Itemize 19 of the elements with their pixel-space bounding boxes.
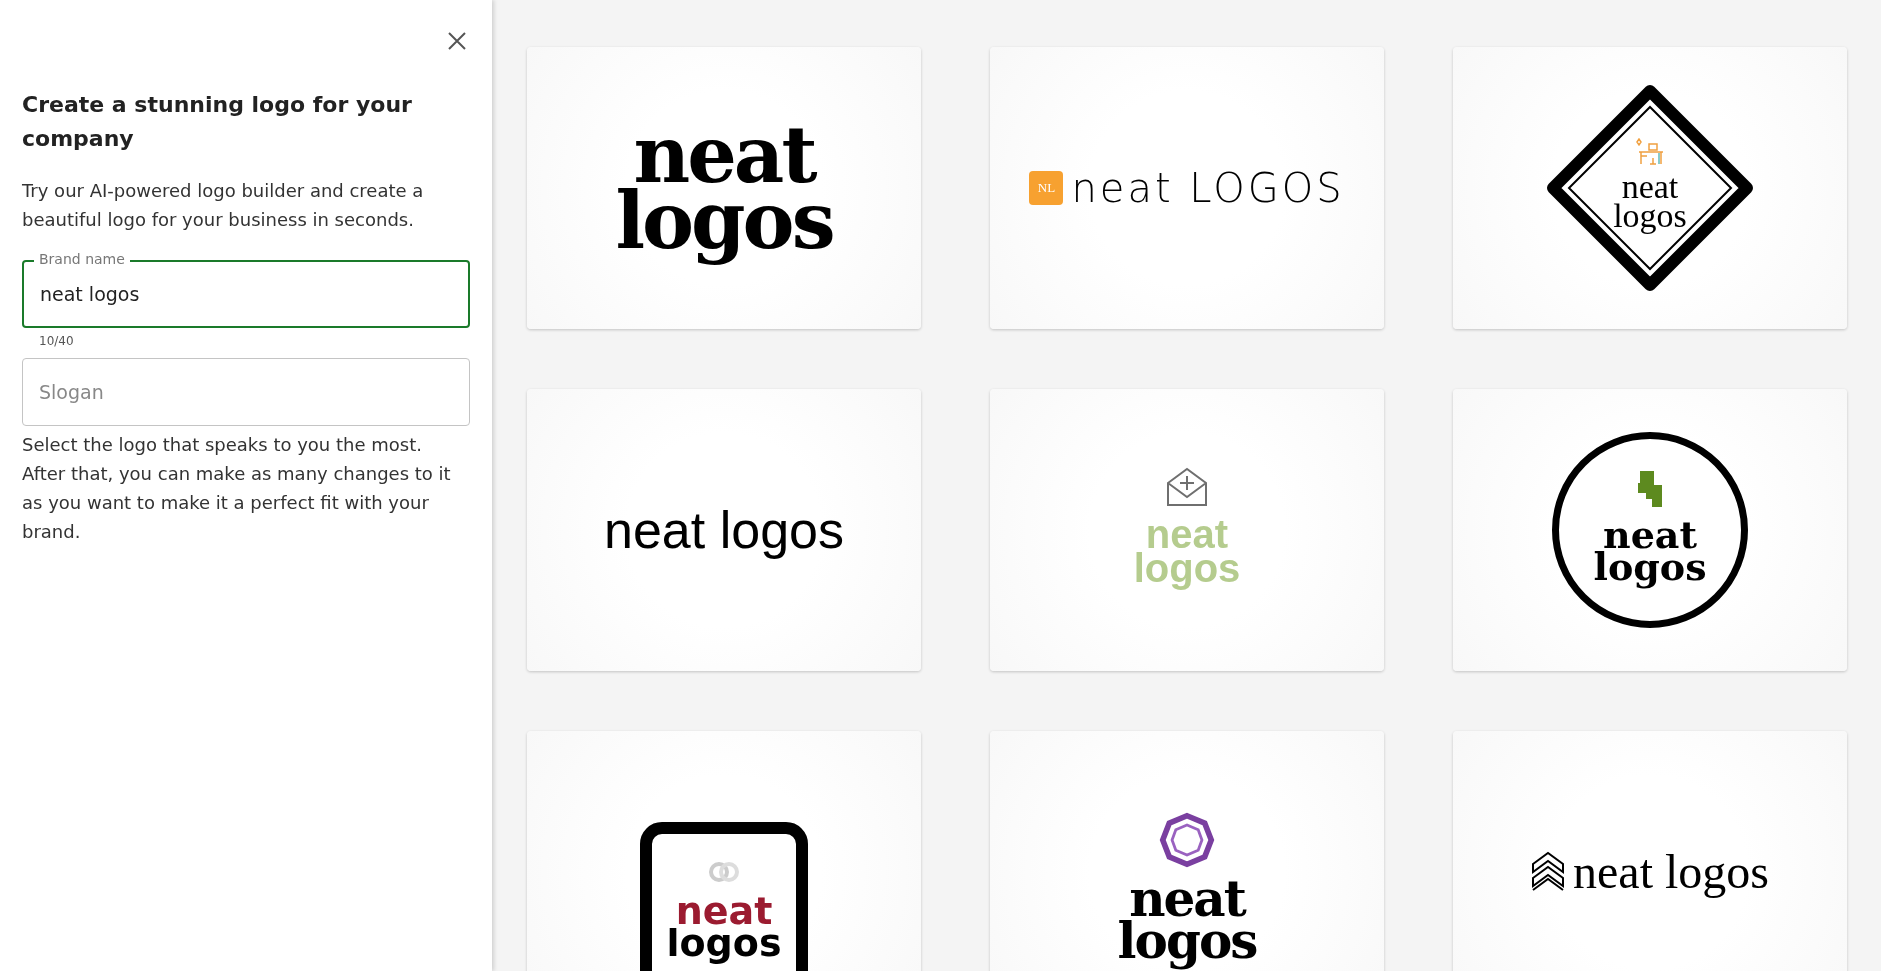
logo-card[interactable]: neat logos — [1453, 47, 1847, 329]
panel-title: Create a stunning logo for your company — [22, 91, 413, 153]
logo-text: neat logos — [604, 499, 844, 561]
desk-icon — [1635, 138, 1665, 167]
logo-badge: NL — [1029, 171, 1064, 205]
intro-text: Try our AI-powered logo builder and create a beautiful logo for your business in seconds. — [22, 179, 425, 232]
chevron-icon — [1531, 850, 1565, 894]
logo-card[interactable]: neat logos — [1453, 731, 1847, 971]
link-icon — [706, 860, 742, 884]
logo-text: neat logos — [1573, 844, 1769, 900]
slogan-field[interactable]: Slogan — [22, 358, 470, 426]
hint-text: Select the logo that speaks to you the most. After that, you can make as many changes to it as you want to make it a perfect fit with your brand. — [22, 433, 452, 544]
logo-card[interactable]: NL neat LOGOS — [990, 47, 1384, 329]
logo-text: neat — [1145, 511, 1229, 556]
envelope-icon — [1166, 467, 1208, 507]
logo-card[interactable]: neat logos — [527, 389, 921, 671]
ring-icon — [1159, 811, 1215, 868]
logo-text: neat LOGOS — [1071, 164, 1345, 213]
character-counter: 10/40 — [39, 334, 75, 348]
